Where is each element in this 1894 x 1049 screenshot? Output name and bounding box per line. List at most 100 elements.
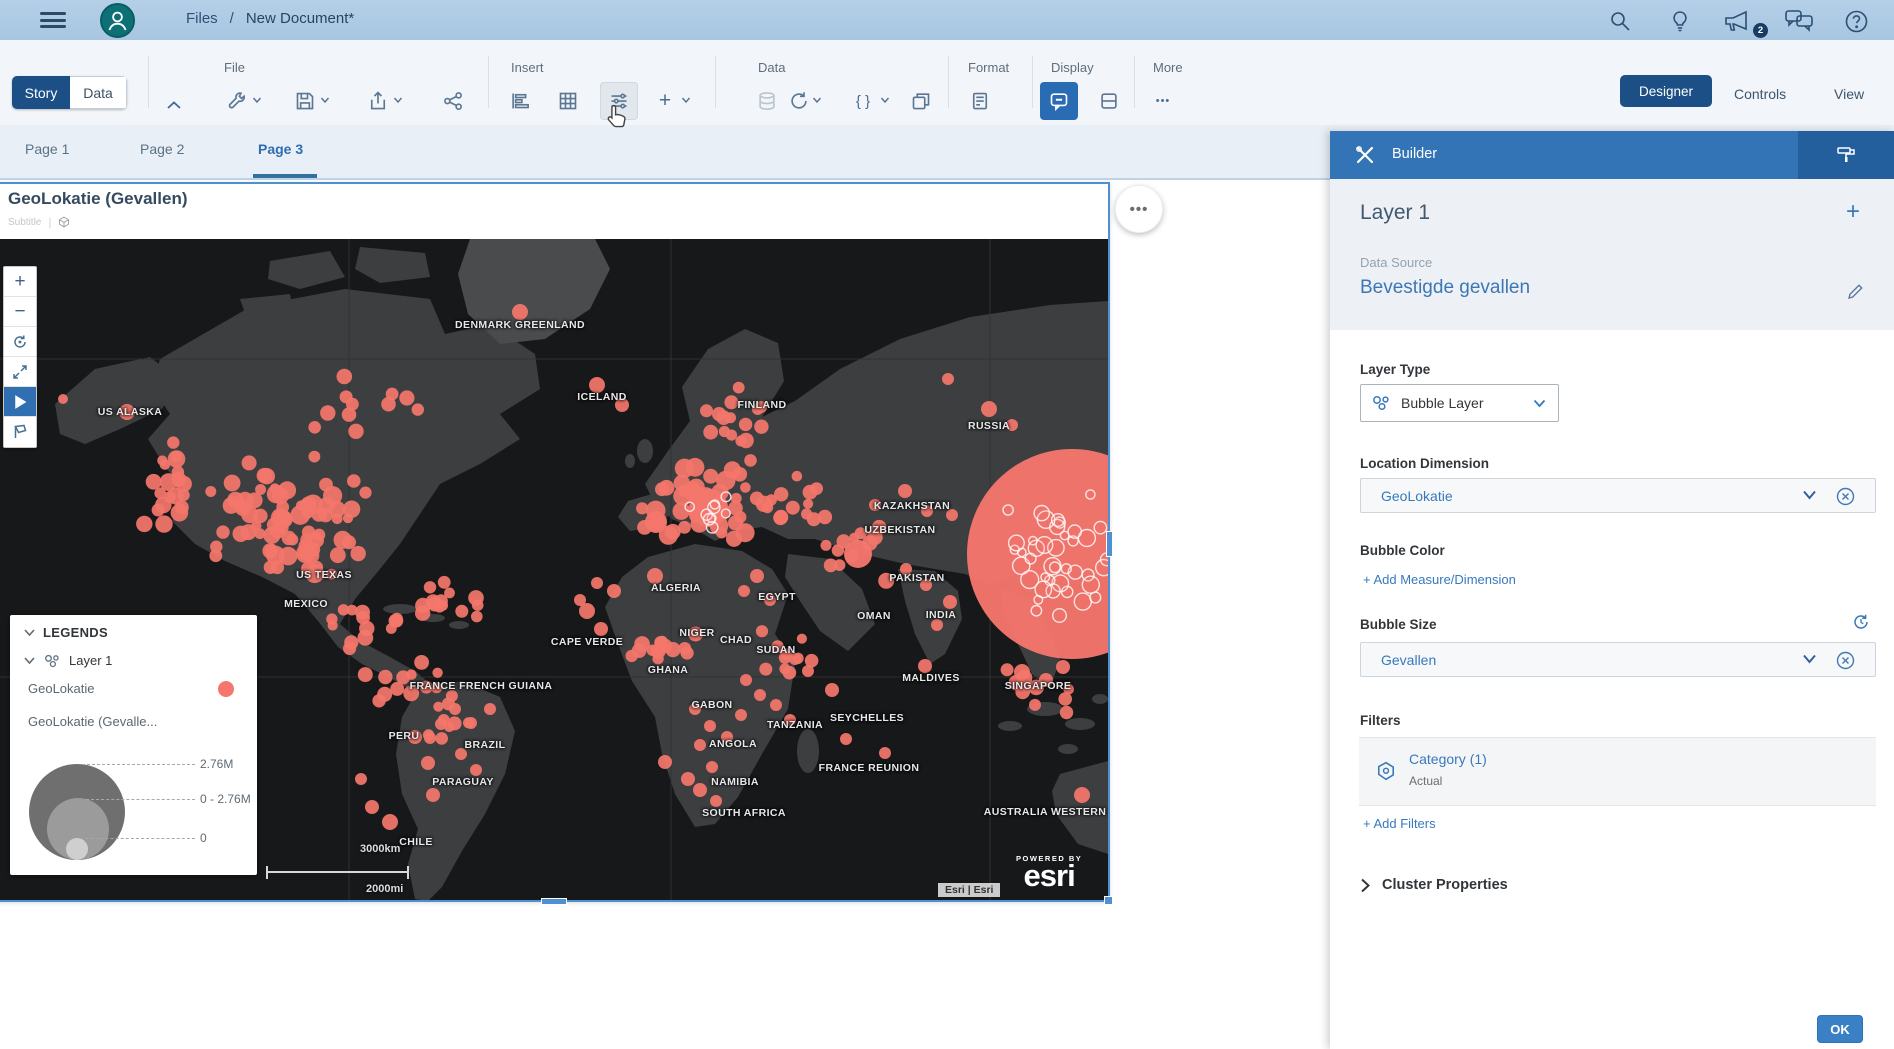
remove-bubble-size-button[interactable] (1836, 651, 1855, 670)
insert-table-button[interactable] (553, 84, 583, 118)
geo-map[interactable]: US ALASKADENMARK GREENLANDICELANDFINLAND… (0, 239, 1108, 900)
widget-more-button[interactable]: ••• (1115, 185, 1163, 233)
remove-location-button[interactable] (1836, 487, 1855, 506)
menu-icon[interactable] (40, 12, 66, 30)
fullscreen-button[interactable] (4, 357, 36, 387)
formula-chevron-icon[interactable] (880, 96, 890, 104)
play-icon (13, 395, 27, 409)
comment-mode-button[interactable] (1040, 82, 1078, 120)
controls-tab[interactable]: Controls (1728, 75, 1792, 107)
breadcrumb-files[interactable]: Files (186, 10, 218, 27)
refresh-chevron-icon[interactable] (812, 96, 822, 104)
more-group-label: More (1153, 60, 1183, 75)
add-measure-dimension-link[interactable]: + Add Measure/Dimension (1363, 572, 1516, 587)
chevron-down-icon[interactable] (1802, 490, 1817, 500)
pan-mode-button[interactable] (4, 387, 36, 417)
insights-button[interactable] (1668, 7, 1696, 35)
search-button[interactable] (1608, 7, 1636, 35)
more-dots-icon: ••• (1130, 201, 1149, 218)
add-chevron-icon[interactable] (681, 96, 691, 104)
resize-handle-right[interactable] (1106, 531, 1113, 557)
designer-tab[interactable]: Designer (1620, 75, 1712, 107)
insert-group-label: Insert (511, 60, 544, 75)
chevron-down-icon[interactable] (24, 629, 35, 636)
insert-input-control-button[interactable] (600, 82, 638, 120)
resize-handle-corner[interactable] (1104, 896, 1113, 905)
data-group-label: Data (758, 60, 785, 75)
legend-size-item: GeoLokatie (Gevalle... (28, 714, 157, 729)
resize-handle-bottom[interactable] (541, 898, 567, 905)
share-icon (443, 91, 463, 111)
zoom-in-button[interactable]: + (4, 267, 36, 297)
filter-card-category[interactable]: Category (1) Actual (1359, 737, 1876, 806)
scale-mi-label: 2000mi (366, 883, 403, 895)
collapse-toolbar-button[interactable] (166, 98, 186, 112)
help-button[interactable] (1844, 7, 1872, 35)
map-legend-panel[interactable]: LEGENDS Layer 1 GeoLokatie GeoLokatie (G… (10, 615, 257, 875)
export-button[interactable] (363, 84, 393, 118)
chevron-down-icon[interactable] (1802, 654, 1817, 664)
reset-view-button[interactable] (4, 327, 36, 357)
avatar[interactable] (100, 3, 135, 38)
database-icon (757, 91, 777, 111)
expand-icon (12, 364, 28, 380)
map-widget[interactable]: GeoLokatie (Gevallen) Subtitle | (0, 182, 1110, 902)
cluster-properties-label: Cluster Properties (1382, 877, 1508, 893)
chevron-right-icon (1360, 878, 1370, 893)
map-scalebar (266, 866, 409, 879)
reset-bubble-size-button[interactable] (1852, 613, 1870, 631)
share-button[interactable] (438, 84, 468, 118)
notification-badge: 2 (1753, 23, 1768, 38)
cluster-properties-toggle[interactable]: Cluster Properties (1360, 877, 1508, 893)
data-toggle-button[interactable]: Data (70, 76, 127, 109)
input-control-icon (609, 91, 629, 111)
data-source-value[interactable]: Bevestigde gevallen (1360, 277, 1530, 299)
export-chevron-icon[interactable] (393, 96, 403, 104)
tab-page-3[interactable]: Page 3 (258, 141, 303, 157)
styling-panel-button[interactable] (1798, 131, 1894, 179)
tab-page-2[interactable]: Page 2 (140, 141, 184, 157)
format-button[interactable] (965, 84, 995, 118)
insert-add-button[interactable]: + (650, 84, 680, 118)
comment-icon (1049, 91, 1069, 111)
tools-chevron-icon[interactable] (252, 96, 262, 104)
lightbulb-icon (1668, 9, 1692, 33)
legend-dash (86, 799, 195, 800)
save-icon (295, 91, 315, 111)
insert-chart-button[interactable] (505, 84, 535, 118)
lasso-select-button[interactable] (4, 417, 36, 447)
bubble-layer-icon (43, 654, 61, 668)
formula-button[interactable]: { } (848, 84, 878, 118)
zoom-out-button[interactable]: − (4, 297, 36, 327)
filter-name[interactable]: Category (1) (1409, 751, 1487, 767)
filter-value: Actual (1409, 774, 1442, 788)
tools-button[interactable] (222, 84, 252, 118)
lanes-button[interactable] (1094, 84, 1124, 118)
overflow-icon: ••• (1156, 95, 1171, 107)
story-toggle-button[interactable]: Story (12, 76, 70, 109)
legend-dash (80, 838, 195, 839)
save-button[interactable] (290, 84, 320, 118)
data-source-button[interactable] (752, 84, 782, 118)
layer-type-select[interactable]: Bubble Layer (1360, 384, 1559, 422)
notifications-button[interactable]: 2 (1722, 7, 1764, 35)
add-filters-link[interactable]: + Add Filters (1363, 816, 1436, 831)
toolbar-divider (948, 56, 949, 108)
edit-data-source-button[interactable] (1847, 283, 1864, 300)
save-chevron-icon[interactable] (320, 96, 330, 104)
tab-page-1[interactable]: Page 1 (25, 141, 69, 157)
scale-km-label: 3000km (360, 843, 400, 855)
more-tools-button[interactable]: ••• (1148, 84, 1178, 118)
view-tab[interactable]: View (1828, 75, 1870, 107)
location-dimension-field[interactable]: GeoLokatie (1360, 478, 1876, 513)
copy-button[interactable] (906, 84, 936, 118)
layer-section: Layer 1 + Data Source Bevestigde gevalle… (1330, 179, 1894, 330)
add-layer-button[interactable]: + (1840, 197, 1866, 227)
discussions-button[interactable] (1784, 7, 1820, 35)
ok-button[interactable]: OK (1817, 1015, 1863, 1043)
story-canvas: GeoLokatie (Gevallen) Subtitle | (0, 180, 1330, 1049)
chevron-down-icon[interactable] (24, 657, 35, 664)
refresh-button[interactable] (784, 84, 814, 118)
bubble-size-field[interactable]: Gevallen (1360, 642, 1876, 677)
display-group-label: Display (1051, 60, 1094, 75)
